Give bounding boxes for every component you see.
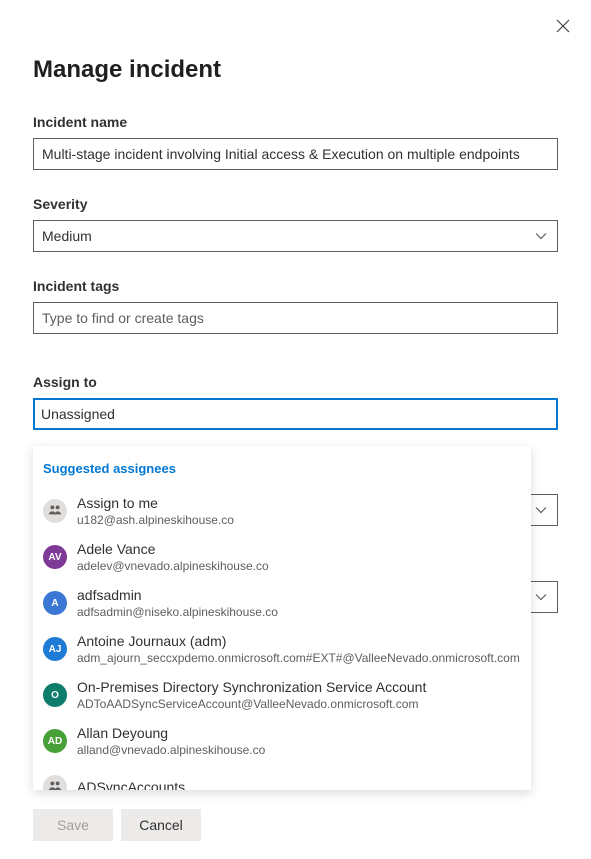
incident-tags-label: Incident tags — [33, 278, 558, 294]
close-button[interactable] — [555, 18, 571, 34]
avatar — [43, 499, 67, 523]
suggest-item[interactable]: AD Allan Deyoungalland@vnevado.alpineskih… — [33, 718, 531, 764]
avatar: A — [43, 591, 67, 615]
suggest-item[interactable]: AV Adele Vanceadelev@vnevado.alpineskihou… — [33, 534, 531, 580]
suggest-item-name: ADSyncAccounts — [77, 778, 521, 790]
group-icon — [48, 779, 62, 791]
assign-to-label: Assign to — [33, 374, 558, 390]
cancel-button[interactable]: Cancel — [121, 809, 201, 841]
chevron-down-icon — [533, 502, 549, 518]
save-button[interactable]: Save — [33, 809, 113, 841]
avatar: AD — [43, 729, 67, 753]
incident-name-label: Incident name — [33, 114, 558, 130]
avatar: AJ — [43, 637, 67, 661]
assign-to-input[interactable] — [33, 398, 558, 430]
suggest-item[interactable]: ADSyncAccounts — [33, 764, 531, 790]
suggest-item-name: adfsadmin — [77, 586, 521, 604]
incident-tags-input[interactable] — [33, 302, 558, 334]
suggest-item-email: adelev@vnevado.alpineskihouse.co — [77, 558, 521, 574]
suggest-item-name: Adele Vance — [77, 540, 521, 558]
avatar: O — [43, 683, 67, 707]
suggest-item[interactable]: Aadfsadminadfsadmin@niseko.alpineskihous… — [33, 580, 531, 626]
incident-name-input[interactable] — [33, 138, 558, 170]
suggest-assignees-panel: Suggested assignees Assign to meu182@ash… — [33, 446, 531, 790]
suggest-item-email: alland@vnevado.alpineskihouse.co — [77, 742, 521, 758]
chevron-down-icon — [533, 589, 549, 605]
avatar — [43, 775, 67, 790]
suggest-item-name: Allan Deyoung — [77, 724, 521, 742]
suggest-item[interactable]: Assign to meu182@ash.alpineskihouse.co — [33, 488, 531, 534]
suggest-item-email: ADToAADSyncServiceAccount@ValleeNevado.o… — [77, 696, 521, 712]
severity-value: Medium — [42, 228, 533, 244]
chevron-down-icon — [533, 228, 549, 244]
suggest-item-email: adfsadmin@niseko.alpineskihouse.co — [77, 604, 521, 620]
severity-label: Severity — [33, 196, 558, 212]
suggest-list[interactable]: Assign to meu182@ash.alpineskihouse.coAV… — [33, 488, 531, 790]
panel-title: Manage incident — [33, 56, 558, 84]
suggest-item[interactable]: O On-Premises Directory Synchronization S… — [33, 672, 531, 718]
suggest-item[interactable]: AJ Antoine Journaux (adm)adm_ajourn_seccx… — [33, 626, 531, 672]
suggest-item-name: Assign to me — [77, 494, 521, 512]
suggest-item-email: adm_ajourn_seccxpdemo.onmicrosoft.com#EX… — [77, 650, 521, 666]
close-icon — [556, 19, 570, 33]
suggest-item-email: u182@ash.alpineskihouse.co — [77, 512, 521, 528]
suggest-item-name: On-Premises Directory Synchronization Se… — [77, 678, 521, 696]
suggest-header: Suggested assignees — [33, 446, 531, 488]
severity-dropdown[interactable]: Medium — [33, 220, 558, 252]
group-icon — [48, 503, 62, 520]
suggest-item-name: Antoine Journaux (adm) — [77, 632, 521, 650]
avatar: AV — [43, 545, 67, 569]
